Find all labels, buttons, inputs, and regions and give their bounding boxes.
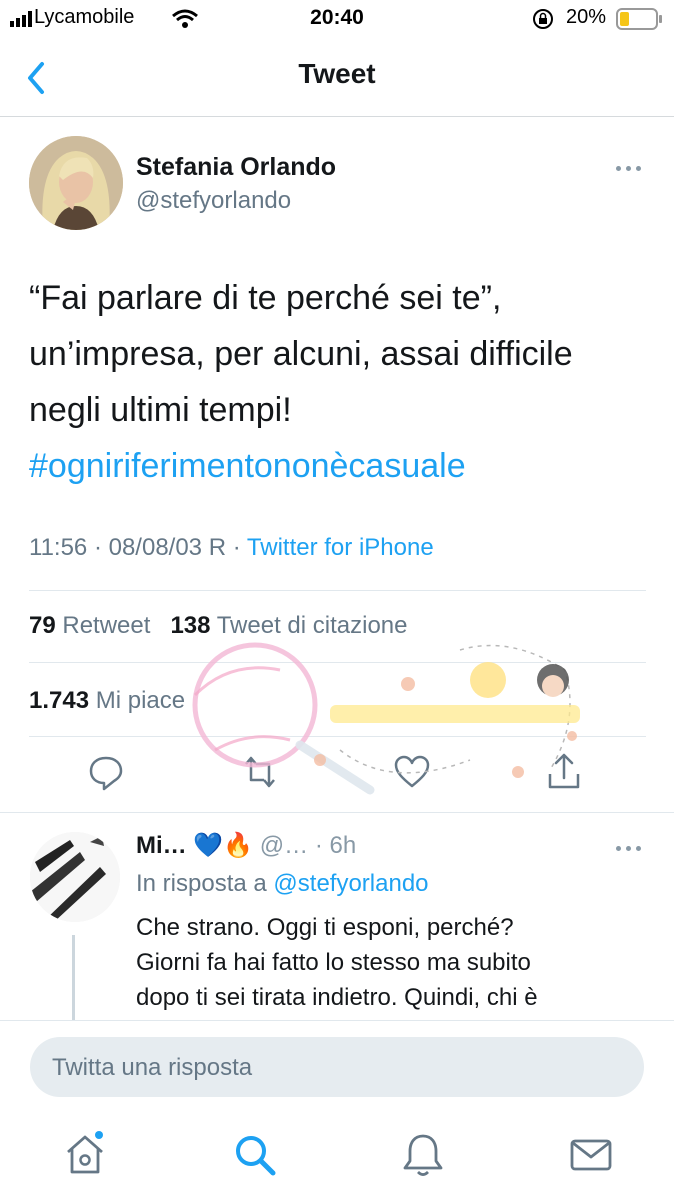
status-bar: Lycamobile 20:40 20% (0, 0, 674, 38)
reply-author-name: Mi… (136, 832, 187, 859)
tweet-meta: 11:56 · 08/08/03 R · Twitter for iPhone (29, 534, 434, 562)
messages-icon[interactable] (566, 1130, 616, 1180)
compose-placeholder: Twitta una risposta (52, 1054, 253, 1081)
quote-count: 138 (170, 612, 211, 639)
reply-handle-time: @… · 6h (259, 832, 357, 859)
section-separator (0, 812, 674, 813)
tweet-source-link[interactable]: Twitter for iPhone (247, 534, 434, 561)
reply-body: Che strano. Oggi ti esponi, perché? Gior… (136, 910, 636, 1015)
home-icon[interactable] (60, 1130, 110, 1180)
tweet-text-line: “Fai parlare di te perché sei te”, (29, 279, 502, 317)
retweet-icon[interactable] (238, 750, 282, 794)
reply-avatar-photo (30, 832, 120, 922)
share-icon[interactable] (542, 750, 586, 794)
notifications-icon[interactable] (398, 1130, 448, 1180)
retweet-count: 79 (29, 612, 56, 639)
tweet-text-line: negli ultimi tempi! (29, 391, 292, 429)
hashtag-link[interactable]: #ogniriferimentononècasuale (29, 438, 649, 494)
divider (29, 736, 646, 737)
battery-percent: 20% (566, 6, 607, 28)
author-name[interactable]: Stefania Orlando (136, 153, 336, 182)
reply-text-line: dopo ti sei tirata indietro. Quindi, chi… (136, 984, 538, 1011)
reply-icon[interactable] (84, 750, 128, 794)
like-count: 1.743 (29, 687, 90, 714)
tweet-actions (0, 750, 674, 800)
reply-author-emoji: 💙🔥 (193, 832, 254, 859)
divider (29, 662, 646, 663)
like-label: Mi piace (95, 687, 186, 714)
battery-icon (616, 8, 662, 30)
author-handle[interactable]: @stefyorlando (136, 187, 291, 215)
tweet-body: “Fai parlare di te perché sei te”, un’im… (29, 270, 649, 494)
navigation-header: Tweet (0, 38, 674, 117)
in-reply-to: In risposta a @stefyorlando (136, 870, 429, 898)
like-icon[interactable] (390, 750, 434, 794)
reply-text-line: Giorni fa hai fatto lo stesso ma subito (136, 949, 531, 976)
retweet-label: Retweet (62, 612, 151, 639)
reply-author[interactable]: Mi… 💙🔥 @… · 6h (136, 831, 356, 860)
quote-label: Tweet di citazione (216, 612, 408, 639)
more-options-icon[interactable] (614, 162, 644, 174)
like-stats[interactable]: 1.743 Mi piace (29, 687, 185, 715)
divider (29, 590, 646, 591)
author-avatar[interactable] (29, 136, 123, 230)
reply-more-options-icon[interactable] (614, 842, 644, 854)
reply-text-line: Che strano. Oggi ti esponi, perché? (136, 914, 514, 941)
thread-line (72, 935, 75, 1025)
search-icon[interactable] (230, 1130, 280, 1180)
orientation-lock-icon (533, 9, 553, 29)
retweet-stats[interactable]: 79 Retweet 138 Tweet di citazione (29, 612, 408, 640)
in-reply-to-mention[interactable]: @stefyorlando (273, 870, 428, 897)
in-reply-to-label: In risposta a (136, 870, 267, 897)
reply-avatar[interactable] (30, 832, 120, 922)
author-photo (29, 136, 123, 230)
page-title: Tweet (298, 58, 376, 89)
reply-compose-field[interactable]: Twitta una risposta (30, 1037, 644, 1097)
tweet-text-line: un’impresa, per alcuni, assai difficile (29, 335, 573, 373)
tweet-timestamp: 11:56 · 08/08/03 R · (29, 534, 241, 561)
